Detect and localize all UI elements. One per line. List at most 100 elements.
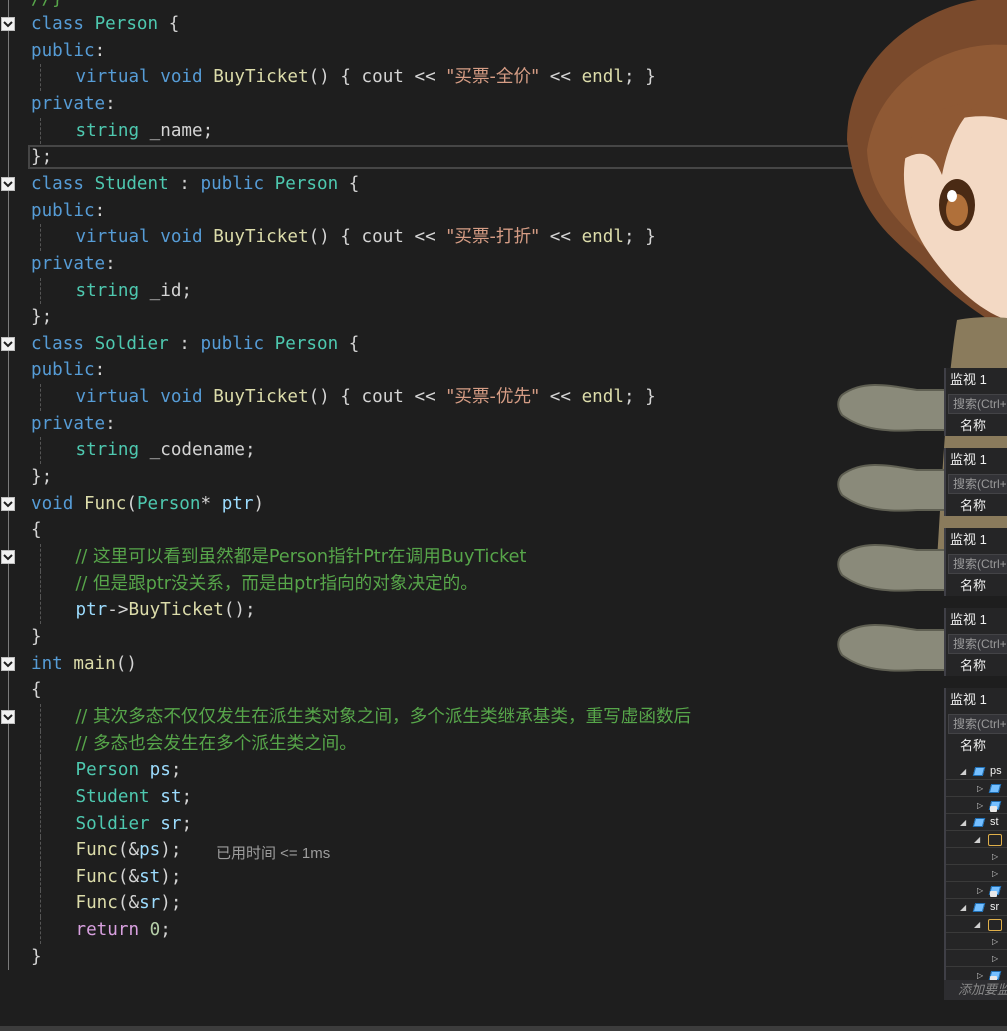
code-token: Student [94, 173, 169, 194]
code-line[interactable]: virtual void BuyTicket() { cout << "买票-全… [76, 64, 656, 90]
code-line[interactable]: class Soldier : public Person { [31, 331, 359, 357]
indent-guide [40, 810, 41, 838]
code-line[interactable]: { [31, 517, 42, 543]
watch-tree-row[interactable]: ▷ [946, 933, 1007, 950]
watch-search-input[interactable]: 搜索(Ctrl+E) [948, 554, 1007, 574]
fold-toggle-icon[interactable] [1, 550, 15, 564]
expand-icon[interactable]: ▷ [992, 848, 998, 865]
watch-tree-row[interactable]: ▷ [946, 950, 1007, 967]
watch-name-header: 名称 [960, 658, 987, 673]
code-line[interactable]: // 其次多态不仅仅发生在派生类对象之间，多个派生类继承基类，重写虚函数后 [76, 704, 692, 730]
code-token: public [31, 40, 95, 61]
code-line[interactable]: class Person { [31, 11, 179, 37]
watch-tree-row[interactable]: ▷ [946, 848, 1007, 865]
code-line[interactable]: Func(&ps); [76, 837, 182, 863]
code-token: ); [160, 893, 182, 914]
code-token: Soldier [75, 813, 150, 834]
indent-guide [40, 384, 41, 411]
watch-tree-row[interactable]: ◢ [946, 916, 1007, 933]
code-token: : [105, 413, 116, 434]
watch-panel[interactable]: 监视 1搜索(Ctrl+E)名称◢ps▷▷◢st◢▷▷▷◢sr◢▷▷▷ [944, 688, 1007, 980]
code-line[interactable]: // 但是跟ptr没关系，而是由ptr指向的对象决定的。 [76, 571, 478, 597]
watch-search-input[interactable]: 搜索(Ctrl+E) [948, 394, 1007, 414]
watch-tree-row[interactable]: ◢ ps [946, 763, 1007, 780]
code-token: ( [126, 493, 137, 514]
code-line[interactable]: } [31, 944, 42, 970]
code-token: { [338, 173, 360, 194]
watch-tree-row[interactable]: ▷ [946, 865, 1007, 882]
code-line[interactable]: }; [31, 464, 52, 490]
watch-tree-row[interactable]: ◢ [946, 831, 1007, 848]
watch-tree-row[interactable]: ▷ [946, 967, 1007, 980]
fold-toggle-icon[interactable] [1, 656, 15, 671]
watch-panel[interactable]: 监视 1 搜索(Ctrl+E) 名称 [944, 448, 1007, 516]
watch-panel[interactable]: 监视 1 搜索(Ctrl+E) 名称 [944, 608, 1007, 676]
expand-icon[interactable]: ▷ [992, 933, 998, 950]
collapse-icon[interactable]: ◢ [974, 916, 980, 933]
expand-icon[interactable]: ▷ [977, 780, 983, 797]
expand-icon[interactable]: ▷ [977, 882, 983, 899]
collapse-icon[interactable]: ◢ [960, 814, 966, 831]
code-editor[interactable]: //} class Person {public:virtual void Bu… [0, 0, 1007, 1031]
code-line[interactable]: { [31, 677, 42, 703]
fold-toggle-icon[interactable] [1, 496, 15, 511]
code-token: Student [75, 786, 150, 807]
code-line[interactable]: Person ps; [76, 757, 182, 783]
code-token: class [31, 173, 84, 194]
code-line[interactable]: // 这里可以看到虽然都是Person指针Ptr在调用BuyTicket [76, 544, 527, 570]
code-line[interactable]: int main() [31, 651, 137, 677]
code-line[interactable]: public: [31, 357, 105, 383]
add-watch-input[interactable]: 添加要监视的项 [944, 980, 1007, 1000]
code-line[interactable]: }; [31, 304, 52, 330]
code-token: BuyTicket [128, 600, 224, 621]
code-token: endl [581, 387, 624, 408]
collapse-icon[interactable]: ◢ [960, 763, 966, 780]
expand-icon[interactable]: ▷ [977, 967, 983, 980]
code-token: Func [83, 493, 127, 514]
code-line[interactable]: return 0; [76, 917, 171, 943]
code-line[interactable]: virtual void BuyTicket() { cout << "买票-优… [76, 384, 656, 410]
collapse-icon[interactable]: ◢ [960, 899, 966, 916]
code-line[interactable]: string _name; [76, 118, 214, 144]
watch-search-input[interactable]: 搜索(Ctrl+E) [948, 474, 1007, 494]
code-line[interactable]: Soldier sr; [76, 811, 193, 837]
watch-panel[interactable]: 监视 1 搜索(Ctrl+E) 名称 [944, 368, 1007, 436]
watch-search-input[interactable]: 搜索(Ctrl+E) [948, 714, 1007, 734]
code-line[interactable]: string _codename; [76, 437, 256, 463]
code-line[interactable]: public: [31, 198, 105, 224]
expand-icon[interactable]: ▷ [992, 865, 998, 882]
watch-search-input[interactable]: 搜索(Ctrl+E) [948, 634, 1007, 654]
expand-icon[interactable]: ▷ [992, 950, 998, 967]
code-line[interactable]: Func(&sr); [76, 890, 182, 916]
fold-toggle-icon[interactable] [1, 336, 15, 351]
collapse-icon[interactable]: ◢ [974, 831, 980, 848]
code-line[interactable]: virtual void BuyTicket() { cout << "买票-打… [76, 224, 656, 250]
code-line[interactable]: ptr->BuyTicket(); [76, 597, 256, 623]
code-line[interactable]: // 多态也会发生在多个派生类之间。 [76, 731, 357, 757]
code-line[interactable]: private: [31, 91, 116, 117]
code-line[interactable]: } [31, 624, 42, 650]
fold-toggle-icon[interactable] [1, 176, 15, 191]
watch-name-header: 名称 [960, 418, 987, 433]
code-line[interactable]: void Func(Person* ptr) [31, 491, 264, 517]
watch-panel[interactable]: 监视 1 搜索(Ctrl+E) 名称 [944, 528, 1007, 596]
indent-guide [40, 837, 41, 864]
code-line[interactable]: public: [31, 38, 105, 64]
code-line[interactable]: private: [31, 251, 116, 277]
code-line[interactable]: string _id; [76, 278, 193, 304]
code-line[interactable]: private: [31, 411, 116, 437]
code-line[interactable]: Student st; [76, 784, 193, 810]
code-line[interactable]: class Student : public Person { [31, 171, 359, 197]
fold-toggle-icon[interactable] [1, 709, 15, 724]
watch-tree-row[interactable]: ◢ sr [946, 899, 1007, 916]
watch-tree-row[interactable]: ▷ [946, 797, 1007, 814]
watch-tree-row[interactable]: ◢ st [946, 814, 1007, 831]
expand-icon[interactable]: ▷ [977, 797, 983, 814]
watch-tree-row[interactable]: ▷ [946, 780, 1007, 797]
watch-tree-row[interactable]: ▷ [946, 882, 1007, 899]
code-line[interactable]: Func(&st); [76, 864, 182, 890]
fold-toggle-icon[interactable] [1, 17, 15, 31]
